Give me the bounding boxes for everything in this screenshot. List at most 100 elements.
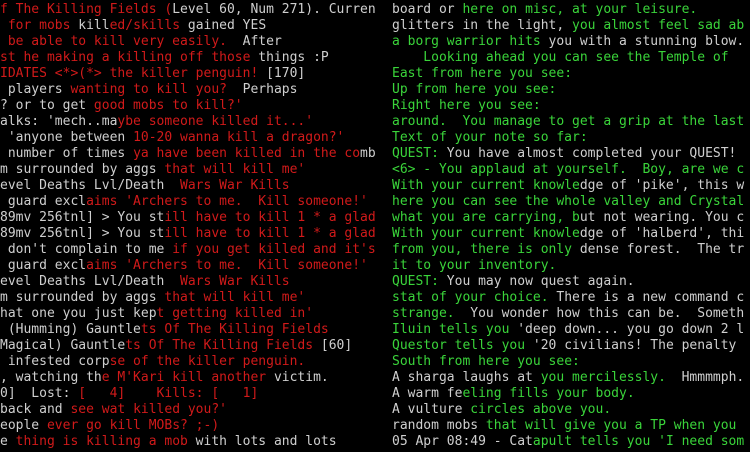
- log-line: st he making a killing off those things …: [0, 50, 384, 66]
- log-line: what you are carrying, but not wearing. …: [392, 210, 750, 226]
- log-text: ? or to get: [0, 98, 94, 113]
- log-line: 89mv 256tnl] > You still have to kill 1 …: [0, 226, 384, 242]
- log-text: players: [0, 82, 71, 97]
- log-line: hat one you just kept getting killed in': [0, 306, 384, 322]
- log-text: board or: [392, 2, 463, 17]
- highlighted-match: Looking ahead: [392, 50, 533, 65]
- log-text: (Humming) Gauntle: [0, 322, 141, 337]
- highlighted-match: you see:: [493, 82, 557, 97]
- log-line: strange. You wonder how this can be. Som…: [392, 306, 750, 322]
- log-text: infested corp: [0, 354, 110, 369]
- highlighted-match: a borg warrior hits: [392, 34, 549, 49]
- highlighted-match: f The Killing Fields (: [0, 2, 173, 17]
- log-line: don't complain to me if you get killed a…: [0, 242, 384, 258]
- log-text: 89mv 256tnl] > You st: [0, 226, 165, 241]
- log-text: 'anyone between: [0, 130, 134, 145]
- log-line: for mobs killed/skills gained YES: [0, 18, 384, 34]
- log-text: you with a stunning blow.: [548, 34, 745, 49]
- highlighted-match: see wat killed you?': [70, 402, 227, 417]
- highlighted-match: from you, there is only: [392, 242, 580, 257]
- log-line: back and see wat killed you?': [0, 402, 384, 418]
- log-line: e thing is killing a mob with lots and l…: [0, 434, 384, 450]
- log-line: A warm feeling fills your body.: [392, 386, 750, 402]
- log-text: don't complain to me: [0, 242, 173, 257]
- highlighted-match: ill have to kill 1 * a glad: [164, 226, 376, 241]
- log-text: eople: [0, 418, 47, 433]
- highlighted-match: be able to kill very easily.: [0, 34, 243, 49]
- log-text: Magical) Gauntle: [0, 338, 126, 353]
- log-line: f The Killing Fields (Level 60, Num 271)…: [0, 2, 384, 18]
- highlighted-match: With your current knowle: [392, 226, 580, 241]
- log-text: dge of 'halberd', thi: [579, 226, 745, 241]
- highlighted-match: it to your inventory.: [392, 258, 557, 273]
- highlighted-match: Questor tells you: [392, 338, 533, 353]
- highlighted-match: se of the killer penguin.: [109, 354, 306, 369]
- highlighted-match: ts Of The Killing Fields: [125, 338, 321, 353]
- highlighted-match: that will give you a TP when you: [485, 418, 737, 433]
- highlighted-match: Wars War Kills: [180, 178, 290, 193]
- log-line: Questor tells you '20 civilians! The pen…: [392, 338, 750, 354]
- log-line: infested corpse of the killer penguin.: [0, 354, 384, 370]
- log-line: Text of your note so far:: [392, 130, 750, 146]
- highlighted-match: what you are carrying, b: [392, 210, 580, 225]
- highlighted-match: e M'Kari kill another: [101, 370, 274, 385]
- log-line: random mobs that will give you a TP when…: [392, 418, 750, 434]
- highlighted-match: you almost feel sad ab: [572, 18, 745, 33]
- log-text: victim.: [273, 370, 329, 385]
- highlighted-match: You applaud at yourself. Boy, are we c: [438, 162, 745, 177]
- log-line: alks: 'mech..maybe someone killed it...': [0, 114, 384, 130]
- log-text: alks: 'mech..ma: [0, 114, 118, 129]
- highlighted-match: here you can see the whole valley and Cr…: [392, 194, 745, 209]
- log-line: <6> - You applaud at yourself. Boy, are …: [392, 162, 750, 178]
- highlighted-match: aims 'Archers to me. Kill someone!': [86, 194, 368, 209]
- log-line: Right here you see:: [392, 98, 750, 114]
- log-text: [170]: [266, 66, 306, 81]
- log-text: dge of 'pike', this w: [579, 178, 745, 193]
- log-line: board or here on misc, at your leisure.: [392, 2, 750, 18]
- highlighted-match: st he making a killing off those: [0, 50, 259, 65]
- log-text: You may now quest again.: [446, 274, 635, 289]
- highlighted-match: Up from here: [392, 82, 494, 97]
- highlighted-match: stat of your choice.: [392, 290, 557, 305]
- log-text: 0] Lost:: [0, 386, 79, 401]
- log-text: number of times: [0, 146, 134, 161]
- log-text: [60]: [320, 338, 353, 353]
- log-line: evel Deaths Lvl/Death Wars War Kills: [0, 274, 384, 290]
- log-text: hat one you just kep: [0, 306, 157, 321]
- highlighted-match: ts Of The Killing Fields: [140, 322, 329, 337]
- log-text: 89mv 256tnl] > You st: [0, 210, 165, 225]
- log-text: There is a new command c: [556, 290, 745, 305]
- search-results-pane-you: board or here on misc, at your leisure. g…: [392, 0, 750, 452]
- log-text: A vulture: [392, 402, 471, 417]
- log-text: m surrounded by aggs: [0, 290, 165, 305]
- log-line: be able to kill very easily. After: [0, 34, 384, 50]
- log-line: QUEST: You may now quest again.: [392, 274, 750, 290]
- log-text: e: [0, 434, 16, 449]
- log-line: 89mv 256tnl] > You still have to kill 1 …: [0, 210, 384, 226]
- highlighted-match: apult tells you 'I need som: [532, 434, 745, 449]
- log-text: Perhaps: [242, 82, 298, 97]
- highlighted-match: if you get killed and it's: [172, 242, 376, 257]
- highlighted-match: IDATES <*>(*> the killer penguin!: [0, 66, 267, 81]
- log-line: m surrounded by aggs that will kill me': [0, 162, 384, 178]
- log-text: A sharga laughs at: [392, 370, 541, 385]
- log-line: With your current knowledge of 'halberd'…: [392, 226, 750, 242]
- log-line: ? or to get good mobs to kill?': [0, 98, 384, 114]
- highlighted-match: eling fills your body.: [462, 386, 635, 401]
- log-line: 0] Lost: [ 4] Kills: [ 1]: [0, 386, 384, 402]
- log-line: With your current knowledge of 'pike', t…: [392, 178, 750, 194]
- highlighted-match: circles above you.: [470, 402, 612, 417]
- log-line: 05 Apr 08:49 - Catapult tells you 'I nee…: [392, 434, 750, 450]
- highlighted-match: you mercilessly.: [540, 370, 682, 385]
- highlighted-match: ever go kill MOBs? ;-): [46, 418, 220, 433]
- log-text: You wonder how this can be. Someth: [470, 306, 745, 321]
- highlighted-match: QUEST:: [392, 274, 447, 289]
- log-line: Magical) Gauntlets Of The Killing Fields…: [0, 338, 384, 354]
- log-line: it to your inventory.: [392, 258, 750, 274]
- log-line: eople ever go kill MOBs? ;-): [0, 418, 384, 434]
- log-line: A vulture circles above you.: [392, 402, 750, 418]
- log-line: glitters in the light, you almost feel s…: [392, 18, 750, 34]
- log-line: 'anyone between 10-20 wanna kill a drago…: [0, 130, 384, 146]
- highlighted-match: QUEST:: [392, 146, 447, 161]
- highlighted-match: around. You manage to get a grip at the …: [392, 114, 745, 129]
